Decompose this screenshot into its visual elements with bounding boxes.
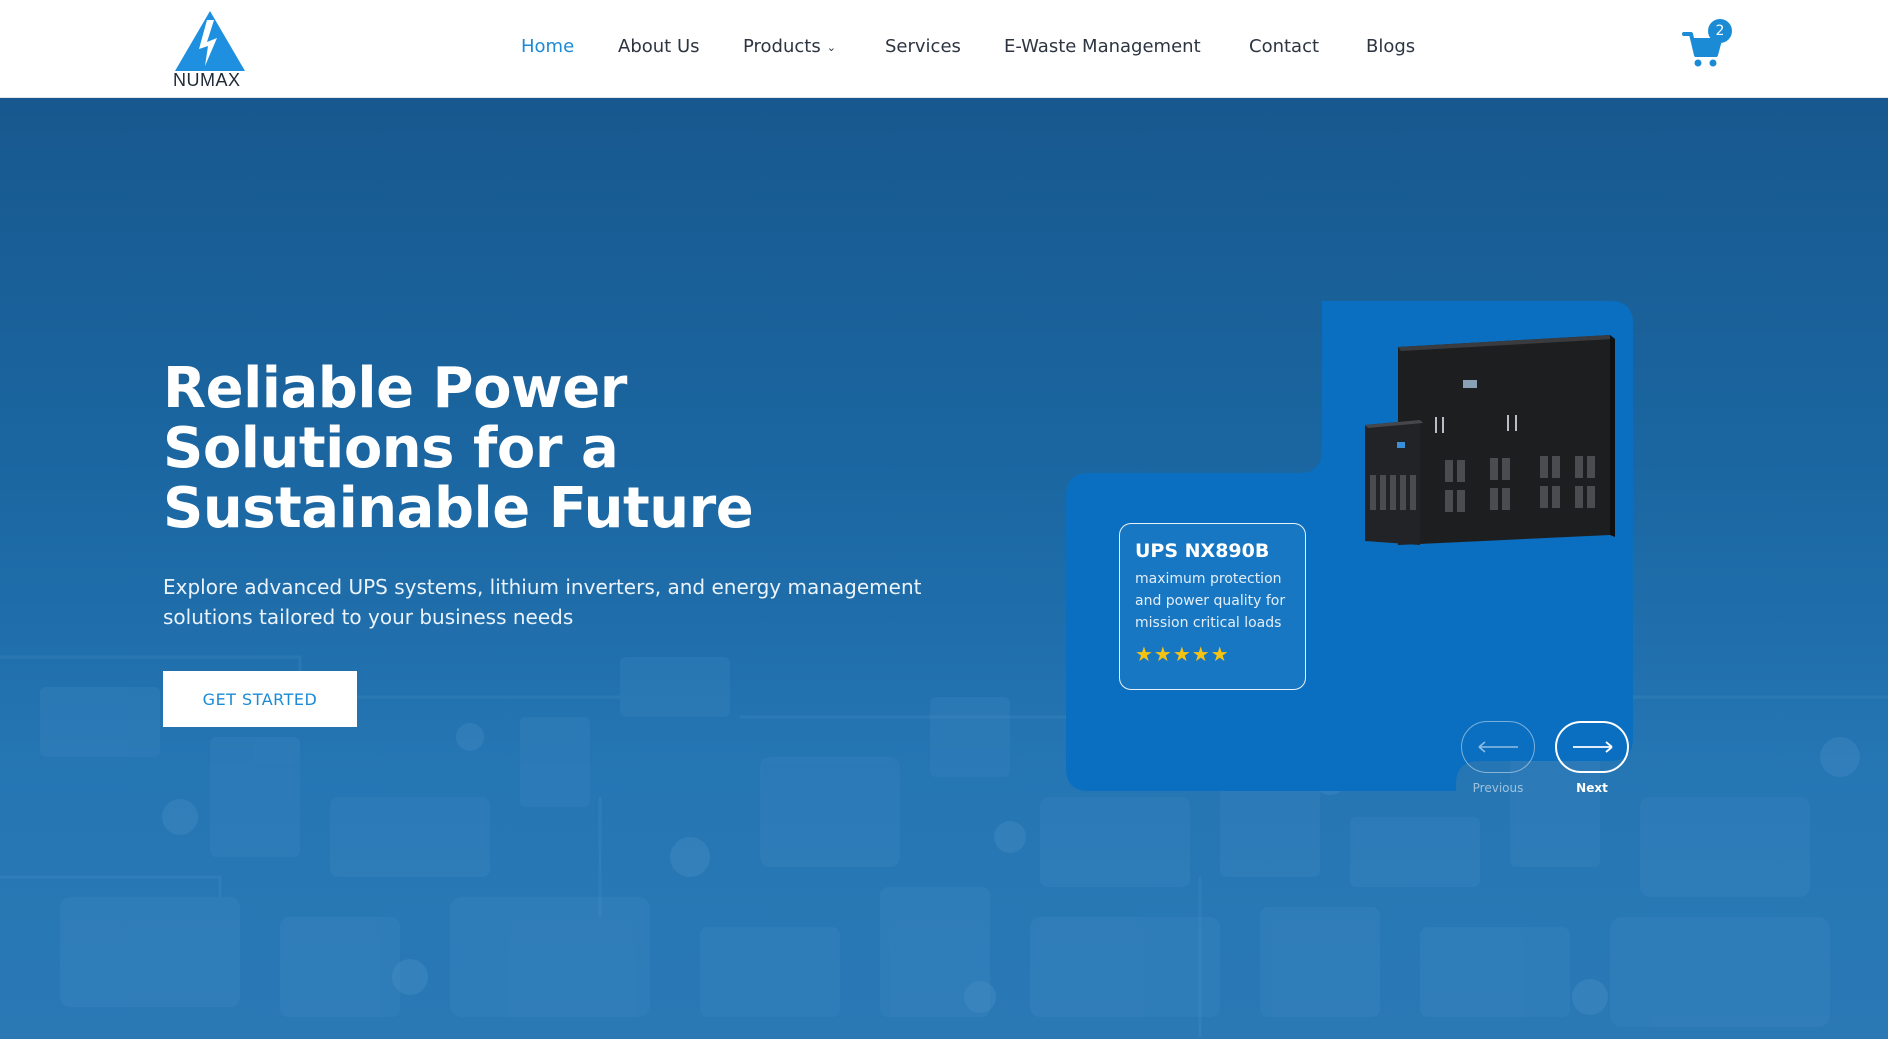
nav-home[interactable]: Home <box>521 36 574 57</box>
next-label: Next <box>1576 781 1608 795</box>
chevron-down-icon: ⌄ <box>826 40 836 54</box>
next-slide-button[interactable] <box>1555 721 1629 773</box>
arrow-left-icon <box>1478 741 1518 753</box>
hero-section: Reliable Power Solutions for a Sustainab… <box>0 97 1888 1039</box>
nav-services[interactable]: Services <box>885 36 961 57</box>
product-info-card[interactable]: UPS NX890B maximum protection and power … <box>1119 523 1306 690</box>
hero-title: Reliable Power Solutions for a Sustainab… <box>163 359 923 539</box>
arrow-right-icon <box>1573 741 1613 753</box>
previous-slide-button[interactable] <box>1461 721 1535 773</box>
product-name: UPS NX890B <box>1135 540 1270 562</box>
rating-stars-icon: ★★★★★ <box>1135 642 1230 666</box>
ups-product-image <box>1365 335 1615 545</box>
main-nav: Home About Us Products ⌄ Services E-Waste… <box>0 0 1888 95</box>
nav-about-us[interactable]: About Us <box>618 36 700 57</box>
hero-title-line-3: Sustainable Future <box>163 476 754 541</box>
product-description: maximum protection and power quality for… <box>1135 571 1286 631</box>
hero-title-line-1: Reliable Power <box>163 356 627 421</box>
nav-contact[interactable]: Contact <box>1249 36 1319 57</box>
nav-products[interactable]: Products ⌄ <box>743 36 836 57</box>
hero-subtitle: Explore advanced UPS systems, lithium in… <box>163 575 922 629</box>
previous-label: Previous <box>1472 781 1524 795</box>
nav-products-label: Products <box>743 36 821 57</box>
nav-e-waste-management[interactable]: E-Waste Management <box>1004 36 1201 57</box>
nav-blogs[interactable]: Blogs <box>1366 36 1415 57</box>
cart-button[interactable]: 2 <box>1682 19 1736 70</box>
hero-title-line-2: Solutions for a <box>163 416 619 481</box>
get-started-button[interactable]: GET STARTED <box>163 671 357 727</box>
cart-count-badge: 2 <box>1708 19 1732 43</box>
site-header: NUMAX Home About Us Products ⌄ Services E… <box>0 0 1888 98</box>
